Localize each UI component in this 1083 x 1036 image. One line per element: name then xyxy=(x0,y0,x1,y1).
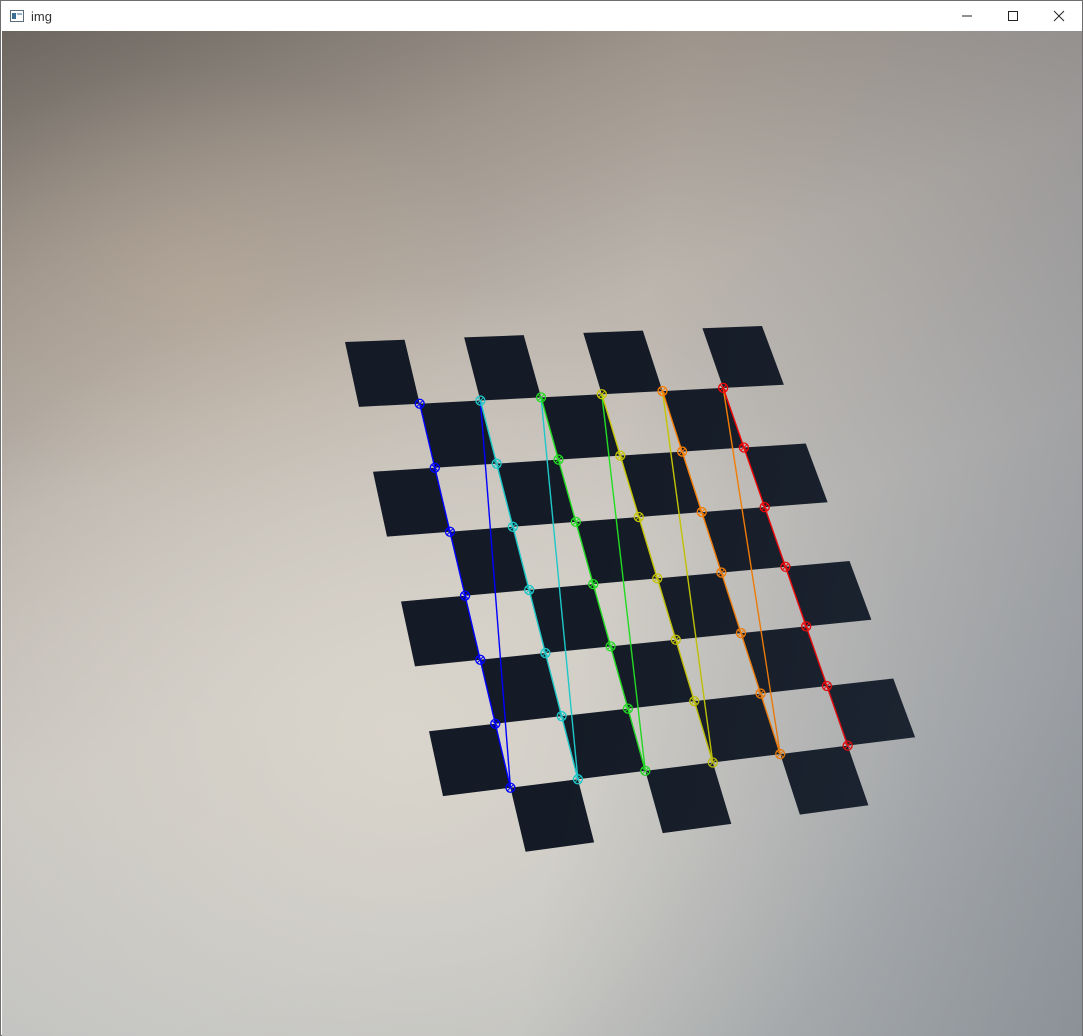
board-square xyxy=(464,335,542,401)
image-canvas xyxy=(2,31,1082,1036)
board-square xyxy=(657,572,741,640)
board-square xyxy=(694,693,781,763)
board-square xyxy=(702,326,784,388)
minimize-button[interactable] xyxy=(944,1,990,31)
image-window: img xyxy=(0,0,1083,1036)
board-square xyxy=(529,584,611,654)
board-square xyxy=(785,561,872,627)
maximize-button[interactable] xyxy=(990,1,1036,31)
board-square xyxy=(401,595,481,667)
board-square xyxy=(583,330,663,395)
board-square xyxy=(510,779,595,852)
window-app-icon xyxy=(10,10,24,22)
board-square xyxy=(496,459,576,527)
board-square xyxy=(373,467,450,537)
board-square xyxy=(610,639,695,709)
board-square xyxy=(743,443,828,508)
maximize-icon xyxy=(1008,11,1018,21)
board-square xyxy=(780,745,869,815)
board-square xyxy=(645,762,732,834)
board-square xyxy=(449,526,530,596)
window-controls xyxy=(944,1,1082,31)
window-title: img xyxy=(31,8,52,24)
board-square xyxy=(620,451,702,517)
chessboard-image xyxy=(345,326,916,852)
minimize-icon xyxy=(962,15,972,17)
board-square xyxy=(740,626,827,694)
title-bar[interactable]: img xyxy=(1,1,1082,31)
close-icon xyxy=(1053,10,1065,22)
close-button[interactable] xyxy=(1036,1,1082,31)
board-square xyxy=(826,678,916,746)
board-square xyxy=(345,339,420,407)
